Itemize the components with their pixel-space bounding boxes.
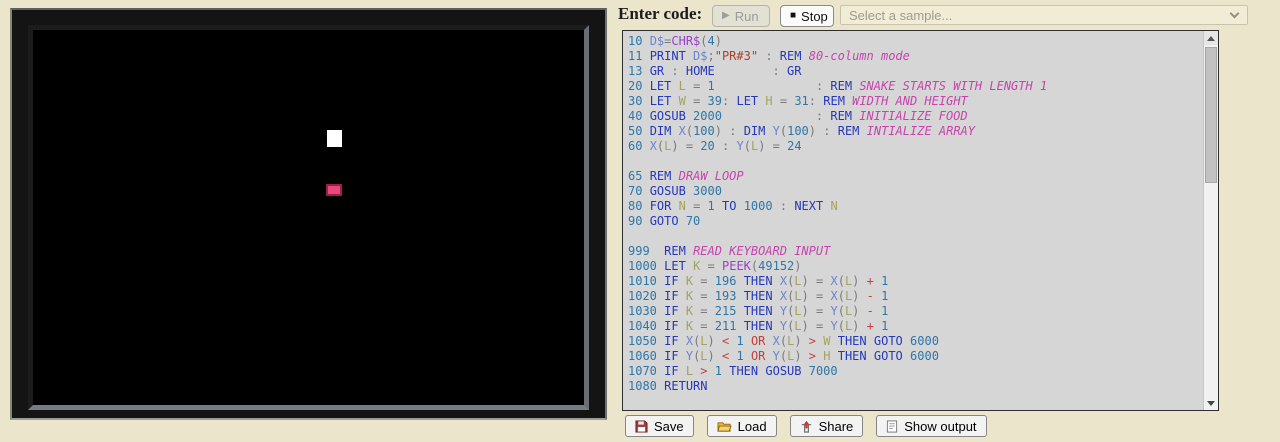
code-line: 1080 RETURN (628, 379, 1203, 394)
code-line: 999 REM READ KEYBOARD INPUT (628, 244, 1203, 259)
share-button-label: Share (819, 419, 854, 434)
code-line: 90 GOTO 70 (628, 214, 1203, 229)
play-icon: ▶ (722, 11, 730, 21)
code-line: 1060 IF Y(L) < 1 OR Y(L) > H THEN GOTO 6… (628, 349, 1203, 364)
enter-code-label: Enter code: (618, 4, 702, 24)
code-line: 1020 IF K = 193 THEN X(L) = X(L) - 1 (628, 289, 1203, 304)
code-lines[interactable]: 10 D$=CHR$(4)11 PRINT D$;"PR#3" : REM 80… (623, 31, 1203, 410)
code-line (628, 229, 1203, 244)
code-line: 1040 IF K = 211 THEN Y(L) = Y(L) + 1 (628, 319, 1203, 334)
run-button-label: Run (735, 9, 759, 24)
load-button[interactable]: Load (707, 415, 777, 437)
code-line: 50 DIM X(100) : DIM Y(100) : REM INTIALI… (628, 124, 1203, 139)
save-button[interactable]: Save (625, 415, 694, 437)
code-editor[interactable]: 10 D$=CHR$(4)11 PRINT D$;"PR#3" : REM 80… (622, 30, 1219, 411)
save-button-label: Save (654, 419, 684, 434)
load-button-label: Load (738, 419, 767, 434)
share-button[interactable]: Share (790, 415, 864, 437)
show-output-button[interactable]: Show output (876, 415, 986, 437)
scroll-up-button[interactable] (1204, 31, 1218, 45)
code-line: 70 GOSUB 3000 (628, 184, 1203, 199)
code-line (628, 394, 1203, 409)
code-line: 20 LET L = 1 : REM SNAKE STARTS WITH LEN… (628, 79, 1203, 94)
code-line: 10 D$=CHR$(4) (628, 34, 1203, 49)
chevron-down-icon (1230, 9, 1240, 19)
sample-select-value: Select a sample... (849, 8, 952, 23)
code-line: 11 PRINT D$;"PR#3" : REM 80-column mode (628, 49, 1203, 64)
page: { "toolbar": { "enter_code_label": "Ente… (0, 0, 1280, 442)
scrollbar-thumb[interactable] (1205, 47, 1217, 183)
folder-open-icon (717, 420, 732, 433)
sample-select[interactable]: Select a sample... (840, 5, 1248, 25)
stop-button[interactable]: ■ Stop (780, 5, 834, 27)
show-output-button-label: Show output (904, 419, 976, 434)
code-line: 60 X(L) = 20 : Y(L) = 24 (628, 139, 1203, 154)
code-line: 1010 IF K = 196 THEN X(L) = X(L) + 1 (628, 274, 1203, 289)
food-block (326, 184, 342, 196)
scroll-down-button[interactable] (1204, 396, 1218, 410)
code-line: 30 LET W = 39: LET H = 31: REM WIDTH AND… (628, 94, 1203, 109)
code-line (628, 154, 1203, 169)
share-icon (800, 420, 813, 433)
monitor-bezel (10, 8, 607, 420)
graphics-screen (28, 25, 589, 410)
stop-button-label: Stop (801, 9, 828, 24)
editor-scrollbar[interactable] (1203, 31, 1218, 410)
document-icon (886, 420, 898, 433)
stop-square-icon: ■ (790, 11, 796, 21)
code-line: 1070 IF L > 1 THEN GOSUB 7000 (628, 364, 1203, 379)
code-line: 80 FOR N = 1 TO 1000 : NEXT N (628, 199, 1203, 214)
scroll-up-icon (1207, 36, 1215, 41)
code-line: 1030 IF K = 215 THEN Y(L) = Y(L) - 1 (628, 304, 1203, 319)
code-line: 1050 IF X(L) < 1 OR X(L) > W THEN GOTO 6… (628, 334, 1203, 349)
snake-head-block (327, 130, 342, 147)
run-button[interactable]: ▶ Run (712, 5, 770, 27)
code-line: 13 GR : HOME : GR (628, 64, 1203, 79)
scroll-down-icon (1207, 401, 1215, 406)
code-line: 40 GOSUB 2000 : REM INITIALIZE FOOD (628, 109, 1203, 124)
code-line: 1999 REM GENERATE RANDOM FOOD (628, 409, 1203, 410)
action-bar: Save Load Share Show output (625, 415, 987, 437)
code-line: 65 REM DRAW LOOP (628, 169, 1203, 184)
code-line: 1000 LET K = PEEK(49152) (628, 259, 1203, 274)
save-icon (635, 420, 648, 433)
